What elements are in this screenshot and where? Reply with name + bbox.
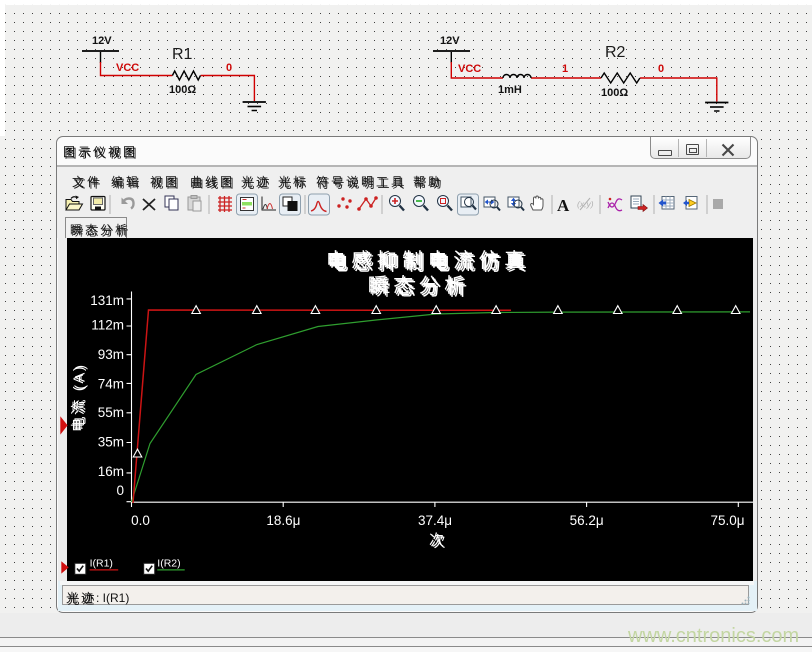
svg-text:93m: 93m bbox=[98, 347, 124, 362]
svg-text:I(R1): I(R1) bbox=[90, 557, 113, 569]
svg-text:A: A bbox=[557, 196, 570, 215]
svg-text:75.0μ: 75.0μ bbox=[710, 513, 744, 528]
svg-text:37.4μ: 37.4μ bbox=[418, 513, 452, 528]
svg-text:56.2μ: 56.2μ bbox=[570, 513, 604, 528]
svg-text:55m: 55m bbox=[98, 405, 124, 420]
svg-text:131m: 131m bbox=[90, 293, 124, 308]
svg-text:18.6μ: 18.6μ bbox=[266, 513, 300, 528]
svg-text:0: 0 bbox=[116, 483, 124, 498]
svg-text:0.0: 0.0 bbox=[131, 513, 150, 528]
svg-text:35m: 35m bbox=[98, 434, 124, 449]
svg-text:112m: 112m bbox=[91, 317, 124, 332]
svg-text:I(R2): I(R2) bbox=[157, 557, 180, 569]
svg-text:16m: 16m bbox=[98, 464, 124, 479]
svg-text:74m: 74m bbox=[98, 376, 124, 391]
